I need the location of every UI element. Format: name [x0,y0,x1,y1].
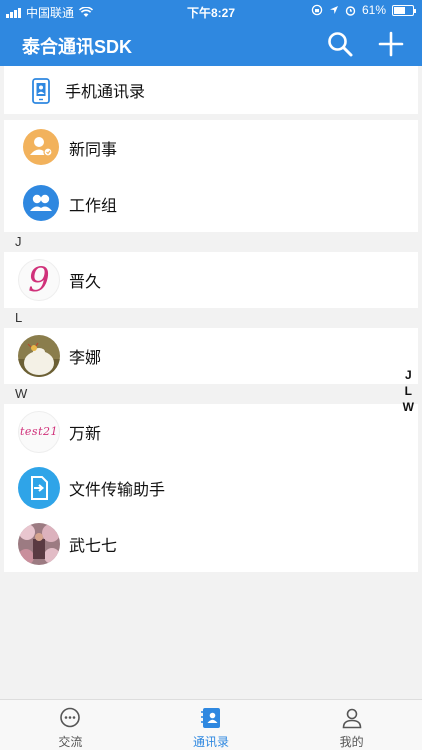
contact-name: 文件传输助手 [69,482,166,499]
profile-icon [342,708,361,729]
contact-avatar: test21 [18,411,60,453]
work-group-row[interactable]: 工作组 [4,176,418,232]
handwritten-nine: 9 [28,260,50,300]
file-transfer-icon [18,467,60,509]
battery-percent: 61% [361,3,386,17]
tab-profile-label: 我的 [339,735,364,749]
work-group-label: 工作组 [69,198,118,215]
alarm-icon [345,5,356,16]
alphabet-index[interactable]: J L W [403,367,414,415]
navigation-bar: 泰合通讯SDK [0,22,422,66]
section-header-j: J [15,234,22,249]
contact-row[interactable]: 李娜 [4,328,418,384]
phone-contacts-label: 手机通讯录 [65,84,146,101]
plus-icon[interactable] [377,30,405,58]
contact-name: 李娜 [69,350,102,367]
phone-contacts-row[interactable]: 手机通讯录 [4,66,418,114]
section-w-card: test21 万新 文件传输助手 武七七 [4,404,418,572]
alpha-index-l[interactable]: L [405,383,412,399]
phone-contacts-card: 手机通讯录 [4,66,418,114]
new-colleague-row[interactable]: 新同事 [4,120,418,176]
tab-contacts[interactable]: 通讯录 [141,700,282,750]
phone-contacts-icon [32,78,50,104]
handwritten-test: test21 [20,425,58,438]
section-j-card: 9 晋久 [4,252,418,308]
new-colleague-icon [23,129,59,165]
tab-chat[interactable]: 交流 [0,700,141,750]
location-icon [329,6,338,14]
section-header-l: L [15,310,23,325]
alpha-index-w[interactable]: W [403,399,414,415]
contact-row[interactable]: test21 万新 [4,404,418,460]
section-l-card: 李娜 [4,328,418,384]
contact-avatar [18,335,60,377]
contacts-icon [201,708,220,728]
contact-avatar [18,523,60,565]
alpha-index-j[interactable]: J [405,367,412,383]
contact-name: 晋久 [69,274,102,291]
contact-name: 万新 [69,426,102,443]
lock-rotation-icon [311,4,323,16]
chat-icon [60,707,81,728]
new-colleague-label: 新同事 [69,142,118,159]
tab-contacts-label: 通讯录 [193,735,230,749]
tab-bar: 交流 通讯录 我的 [0,699,422,750]
page-title: 泰合通讯SDK [22,37,133,57]
contact-row[interactable]: 9 晋久 [4,252,418,308]
battery-icon [392,4,416,16]
contact-name: 武七七 [69,538,118,555]
tab-chat-label: 交流 [58,735,83,749]
contact-avatar: 9 [18,259,60,301]
status-bar: 中国联通 下午8:27 61% [0,0,422,22]
tab-profile[interactable]: 我的 [281,700,422,750]
work-group-icon [23,185,59,221]
special-groups-card: 新同事 工作组 [4,120,418,232]
section-header-w: W [15,386,28,401]
contact-row[interactable]: 文件传输助手 [4,460,418,516]
search-icon[interactable] [326,30,354,58]
contact-row[interactable]: 武七七 [4,516,418,572]
contacts-list: 手机通讯录 新同事 工作组 J 9 晋久 L 李娜 W test21 万新 文件… [4,66,418,572]
